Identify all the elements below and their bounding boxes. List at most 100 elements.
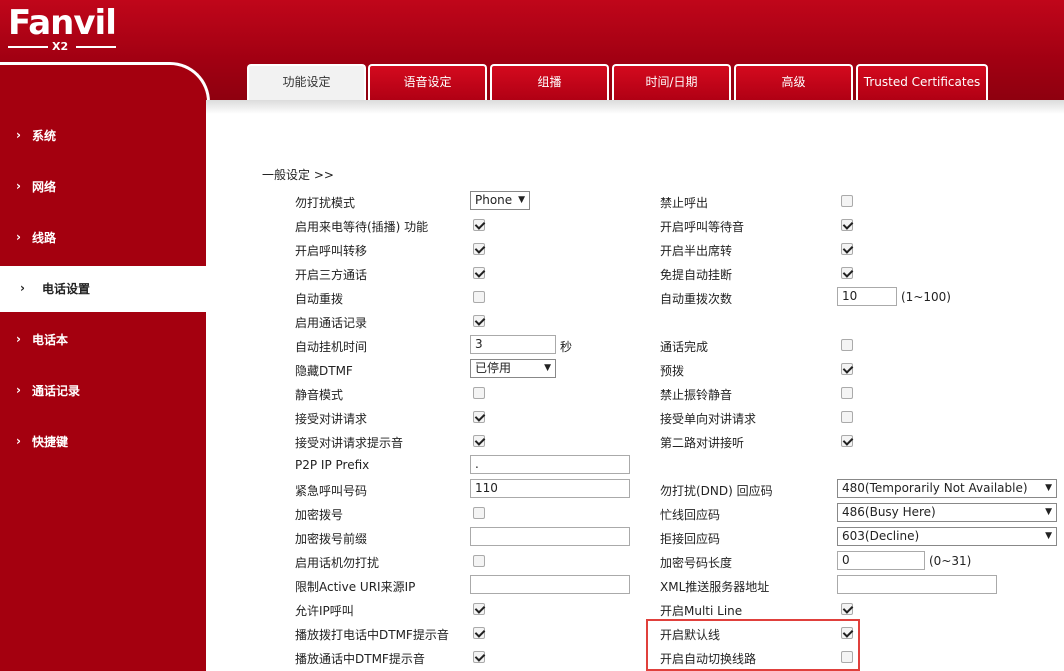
field-checkbox[interactable] [841, 363, 853, 375]
sidebar-item-label: 线路 [32, 231, 57, 245]
field-checkbox[interactable] [841, 195, 853, 207]
chevron-right-icon: › [16, 332, 21, 346]
field-checkbox[interactable] [473, 291, 485, 303]
chevron-right-icon: › [20, 281, 25, 295]
field-label: 启用来电等待(插播) 功能 [295, 220, 429, 234]
sidebar-item-label: 通话记录 [32, 384, 81, 398]
field-label: 忙线回应码 [660, 508, 721, 522]
field-checkbox[interactable] [841, 267, 853, 279]
field-checkbox[interactable] [473, 627, 485, 639]
field-checkbox[interactable] [841, 339, 853, 351]
field-unit: 秒 [560, 340, 573, 354]
field-label: 接受单向对讲请求 [660, 412, 757, 426]
field-label: 静音模式 [295, 388, 344, 402]
field-select[interactable]: 已停用 ▼ [470, 359, 556, 378]
field-label: 接受对讲请求 [295, 412, 368, 426]
logo-divider-right [76, 46, 116, 48]
tab[interactable]: 功能设定 [247, 64, 366, 100]
field-text-input[interactable]: 110 [470, 479, 630, 498]
field-label: 加密号码长度 [660, 556, 733, 570]
field-label: 加密拨号 [295, 508, 344, 522]
dropdown-arrow-icon: ▼ [518, 195, 525, 205]
field-checkbox[interactable] [841, 243, 853, 255]
field-text-input[interactable] [470, 527, 630, 546]
field-label: 播放拨打电话中DTMF提示音 [295, 628, 449, 642]
field-select[interactable]: 486(Busy Here) ▼ [837, 503, 1057, 522]
field-text-input[interactable]: 0 [837, 551, 925, 570]
field-text-input[interactable]: 3 [470, 335, 556, 354]
field-checkbox[interactable] [473, 507, 485, 519]
tab[interactable]: Trusted Certificates [856, 64, 988, 100]
field-select[interactable]: Phone ▼ [470, 191, 530, 210]
field-label: 自动挂机时间 [295, 340, 368, 354]
fanvil-logo: Fanvil X2 [8, 4, 120, 54]
chevron-right-icon: › [16, 128, 21, 142]
select-value: Phone [475, 193, 513, 207]
sidebar-item[interactable]: › 通话记录 [0, 368, 206, 414]
chevron-right-icon: › [16, 179, 21, 193]
dropdown-arrow-icon: ▼ [544, 363, 551, 373]
field-checkbox[interactable] [473, 435, 485, 447]
sidebar-item[interactable]: › 电话本 [0, 317, 206, 363]
sidebar-item[interactable]: › 电话设置 [0, 266, 206, 312]
field-label: 免提自动挂断 [660, 268, 733, 282]
sidebar-item-label: 网络 [32, 180, 57, 194]
dropdown-arrow-icon: ▼ [1045, 531, 1052, 541]
field-select[interactable]: 603(Decline) ▼ [837, 527, 1057, 546]
main-content: 一般设定 >> 勿打扰模式 Phone ▼ 启用来电等待(插播) 功能 开启呼叫转移 开启… [206, 100, 1064, 671]
field-checkbox[interactable] [841, 219, 853, 231]
field-label: 开启半出席转 [660, 244, 733, 258]
field-checkbox[interactable] [841, 387, 853, 399]
sidebar-item-label: 快捷键 [32, 435, 69, 449]
field-checkbox[interactable] [473, 219, 485, 231]
field-text-input[interactable] [837, 575, 997, 594]
field-checkbox[interactable] [841, 603, 853, 615]
field-unit: (0~31) [929, 554, 972, 568]
tab[interactable]: 组播 [490, 64, 609, 100]
field-checkbox[interactable] [473, 387, 485, 399]
field-label: 开启呼叫等待音 [660, 220, 745, 234]
sidebar-item[interactable]: › 系统 [0, 113, 206, 159]
field-label: 允许IP呼叫 [295, 604, 354, 618]
field-label: 播放通话中DTMF提示音 [295, 652, 425, 666]
field-text-input[interactable]: . [470, 455, 630, 474]
field-checkbox[interactable] [473, 267, 485, 279]
section-title-general: 一般设定 >> [262, 168, 334, 182]
chevron-right-icon: › [16, 434, 21, 448]
select-value: 480(Temporarily Not Available) [842, 481, 1028, 495]
field-label: 加密拨号前缀 [295, 532, 368, 546]
field-label: 开启Multi Line [660, 604, 743, 618]
logo-model-text: X2 [52, 40, 69, 53]
logo-divider-left [8, 46, 48, 48]
field-label: 限制Active URI来源IP [295, 580, 416, 594]
select-value: 已停用 [475, 361, 512, 375]
field-checkbox[interactable] [473, 651, 485, 663]
sidebar-item[interactable]: › 线路 [0, 215, 206, 261]
tab[interactable]: 时间/日期 [612, 64, 731, 100]
field-checkbox[interactable] [473, 315, 485, 327]
field-label: 紧急呼叫号码 [295, 484, 368, 498]
field-label: P2P IP Prefix [295, 458, 370, 472]
tab[interactable]: 语音设定 [368, 64, 487, 100]
field-text-input[interactable]: 10 [837, 287, 897, 306]
highlight-box [646, 619, 860, 671]
field-checkbox[interactable] [473, 603, 485, 615]
field-checkbox[interactable] [841, 411, 853, 423]
content-top-band [206, 100, 1064, 114]
field-label: 禁止呼出 [660, 196, 709, 210]
sidebar-item-label: 电话设置 [42, 282, 91, 296]
dropdown-arrow-icon: ▼ [1045, 483, 1052, 493]
sidebar-item[interactable]: › 快捷键 [0, 419, 206, 465]
field-checkbox[interactable] [841, 435, 853, 447]
field-checkbox[interactable] [473, 411, 485, 423]
tab[interactable]: 高级 [734, 64, 853, 100]
field-select[interactable]: 480(Temporarily Not Available) ▼ [837, 479, 1057, 498]
sidebar-item[interactable]: › 网络 [0, 164, 206, 210]
field-label: 预拨 [660, 364, 685, 378]
field-label: XML推送服务器地址 [660, 580, 770, 594]
field-checkbox[interactable] [473, 243, 485, 255]
sidebar-item-label: 电话本 [32, 333, 69, 347]
tab-bar: 功能设定 语音设定 组播 时间/日期 高级 Trusted Certificates [210, 62, 1064, 102]
field-checkbox[interactable] [473, 555, 485, 567]
field-text-input[interactable] [470, 575, 630, 594]
